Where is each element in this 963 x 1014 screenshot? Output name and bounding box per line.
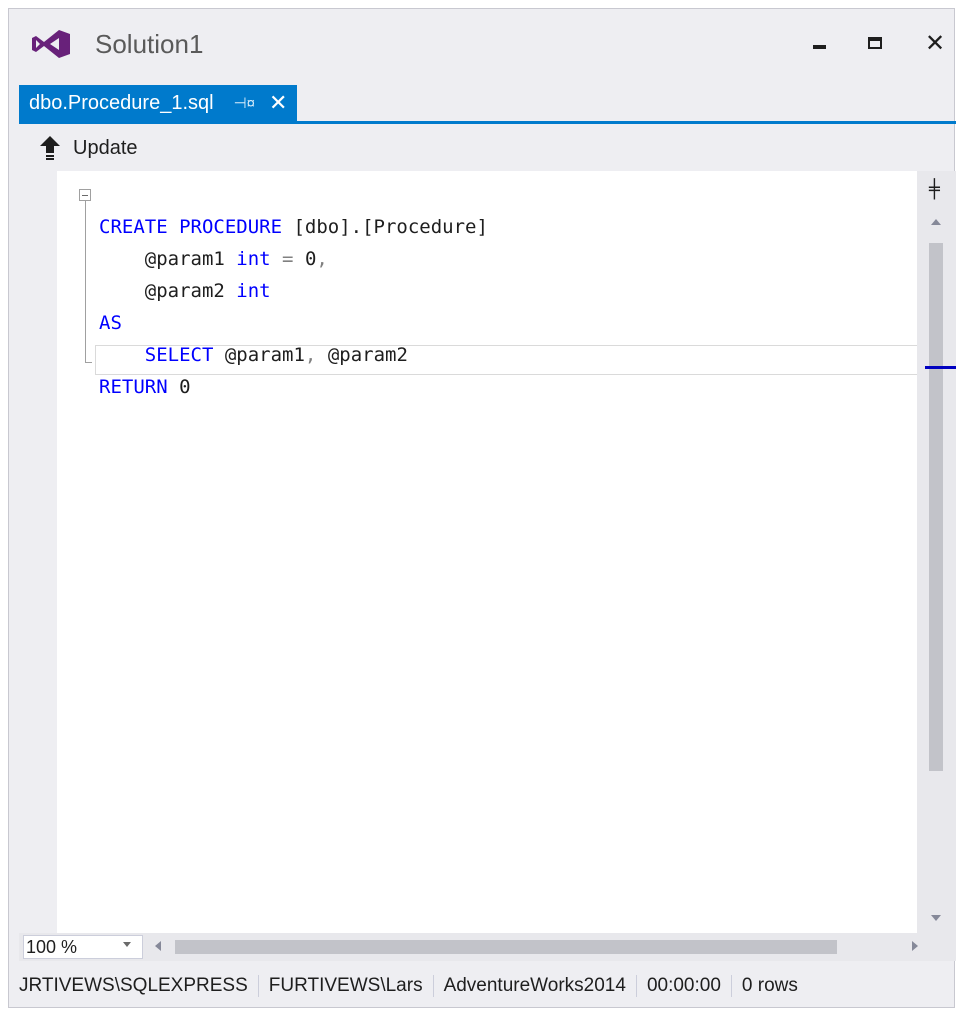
document-tab-strip: dbo.Procedure_1.sql ⊣¤ ✕ (9, 81, 956, 176)
code-editor[interactable]: CREATE PROCEDURE [dbo].[Procedure] @para… (57, 171, 919, 933)
horizontal-scroll-thumb[interactable] (175, 940, 837, 954)
window-title: Solution1 (95, 29, 204, 59)
pin-icon[interactable]: ⊣¤ (234, 94, 255, 112)
minimize-button[interactable] (799, 23, 839, 63)
code-text: CREATE PROCEDURE [dbo].[Procedure] @para… (99, 179, 488, 467)
caret-position-marker (925, 366, 956, 369)
chevron-down-icon[interactable] (123, 942, 131, 947)
tab-label: dbo.Procedure_1.sql (29, 91, 214, 114)
close-window-button[interactable]: ✕ (915, 23, 955, 63)
code-line-1: CREATE PROCEDURE [dbo].[Procedure] (99, 216, 488, 238)
sql-editor-window: Solution1 ✕ dbo.Procedure_1.sql ⊣¤ ✕ Upd… (8, 8, 956, 1008)
scroll-up-icon[interactable] (931, 219, 941, 225)
maximize-button[interactable] (855, 23, 895, 63)
status-elapsed-time: 00:00:00 (635, 975, 731, 997)
visual-studio-logo-icon (32, 30, 70, 58)
scroll-right-icon[interactable] (912, 941, 918, 951)
tab-close-icon[interactable]: ✕ (269, 92, 287, 114)
split-window-icon[interactable]: ╪ (929, 179, 940, 200)
status-server: JRTIVEWS\SQLEXPRESS (19, 975, 248, 996)
tab-underline (19, 121, 956, 124)
scroll-left-icon[interactable] (155, 941, 161, 951)
vertical-scroll-thumb[interactable] (929, 243, 943, 771)
code-line-5: SELECT @param1, @param2 (144, 344, 408, 366)
zoom-value: 100 % (26, 936, 78, 957)
close-icon: ✕ (924, 29, 946, 57)
status-database: AdventureWorks2014 (432, 975, 636, 997)
tab-procedure-sql[interactable]: dbo.Procedure_1.sql ⊣¤ ✕ (19, 85, 298, 121)
code-line-6: RETURN 0 (99, 376, 191, 398)
zoom-dropdown[interactable]: 100 % (23, 935, 143, 959)
code-line-3: @param2 int (144, 280, 271, 302)
status-row-count: 0 rows (730, 975, 808, 997)
status-bar: JRTIVEWS\SQLEXPRESS FURTIVEWS\Lars Adven… (19, 965, 956, 1007)
code-line-4: AS (99, 312, 122, 334)
vertical-scrollbar[interactable]: ╪ (917, 171, 956, 933)
maximize-icon (868, 37, 882, 49)
status-user: FURTIVEWS\Lars (257, 975, 433, 997)
scroll-down-icon[interactable] (931, 915, 941, 921)
outline-bracket (85, 201, 86, 363)
code-line-2: @param1 int = 0, (144, 248, 328, 270)
collapse-toggle-icon[interactable] (79, 189, 91, 201)
arrow-up-icon (40, 136, 60, 160)
outline-bracket-end (85, 362, 92, 363)
title-bar: Solution1 ✕ (9, 9, 956, 81)
editor-toolbar: Update (19, 127, 956, 169)
minimize-icon (812, 45, 826, 49)
update-button[interactable]: Update (39, 135, 138, 161)
zoom-and-horizontal-scrollbar: 100 % (19, 933, 956, 961)
update-label: Update (73, 136, 138, 159)
